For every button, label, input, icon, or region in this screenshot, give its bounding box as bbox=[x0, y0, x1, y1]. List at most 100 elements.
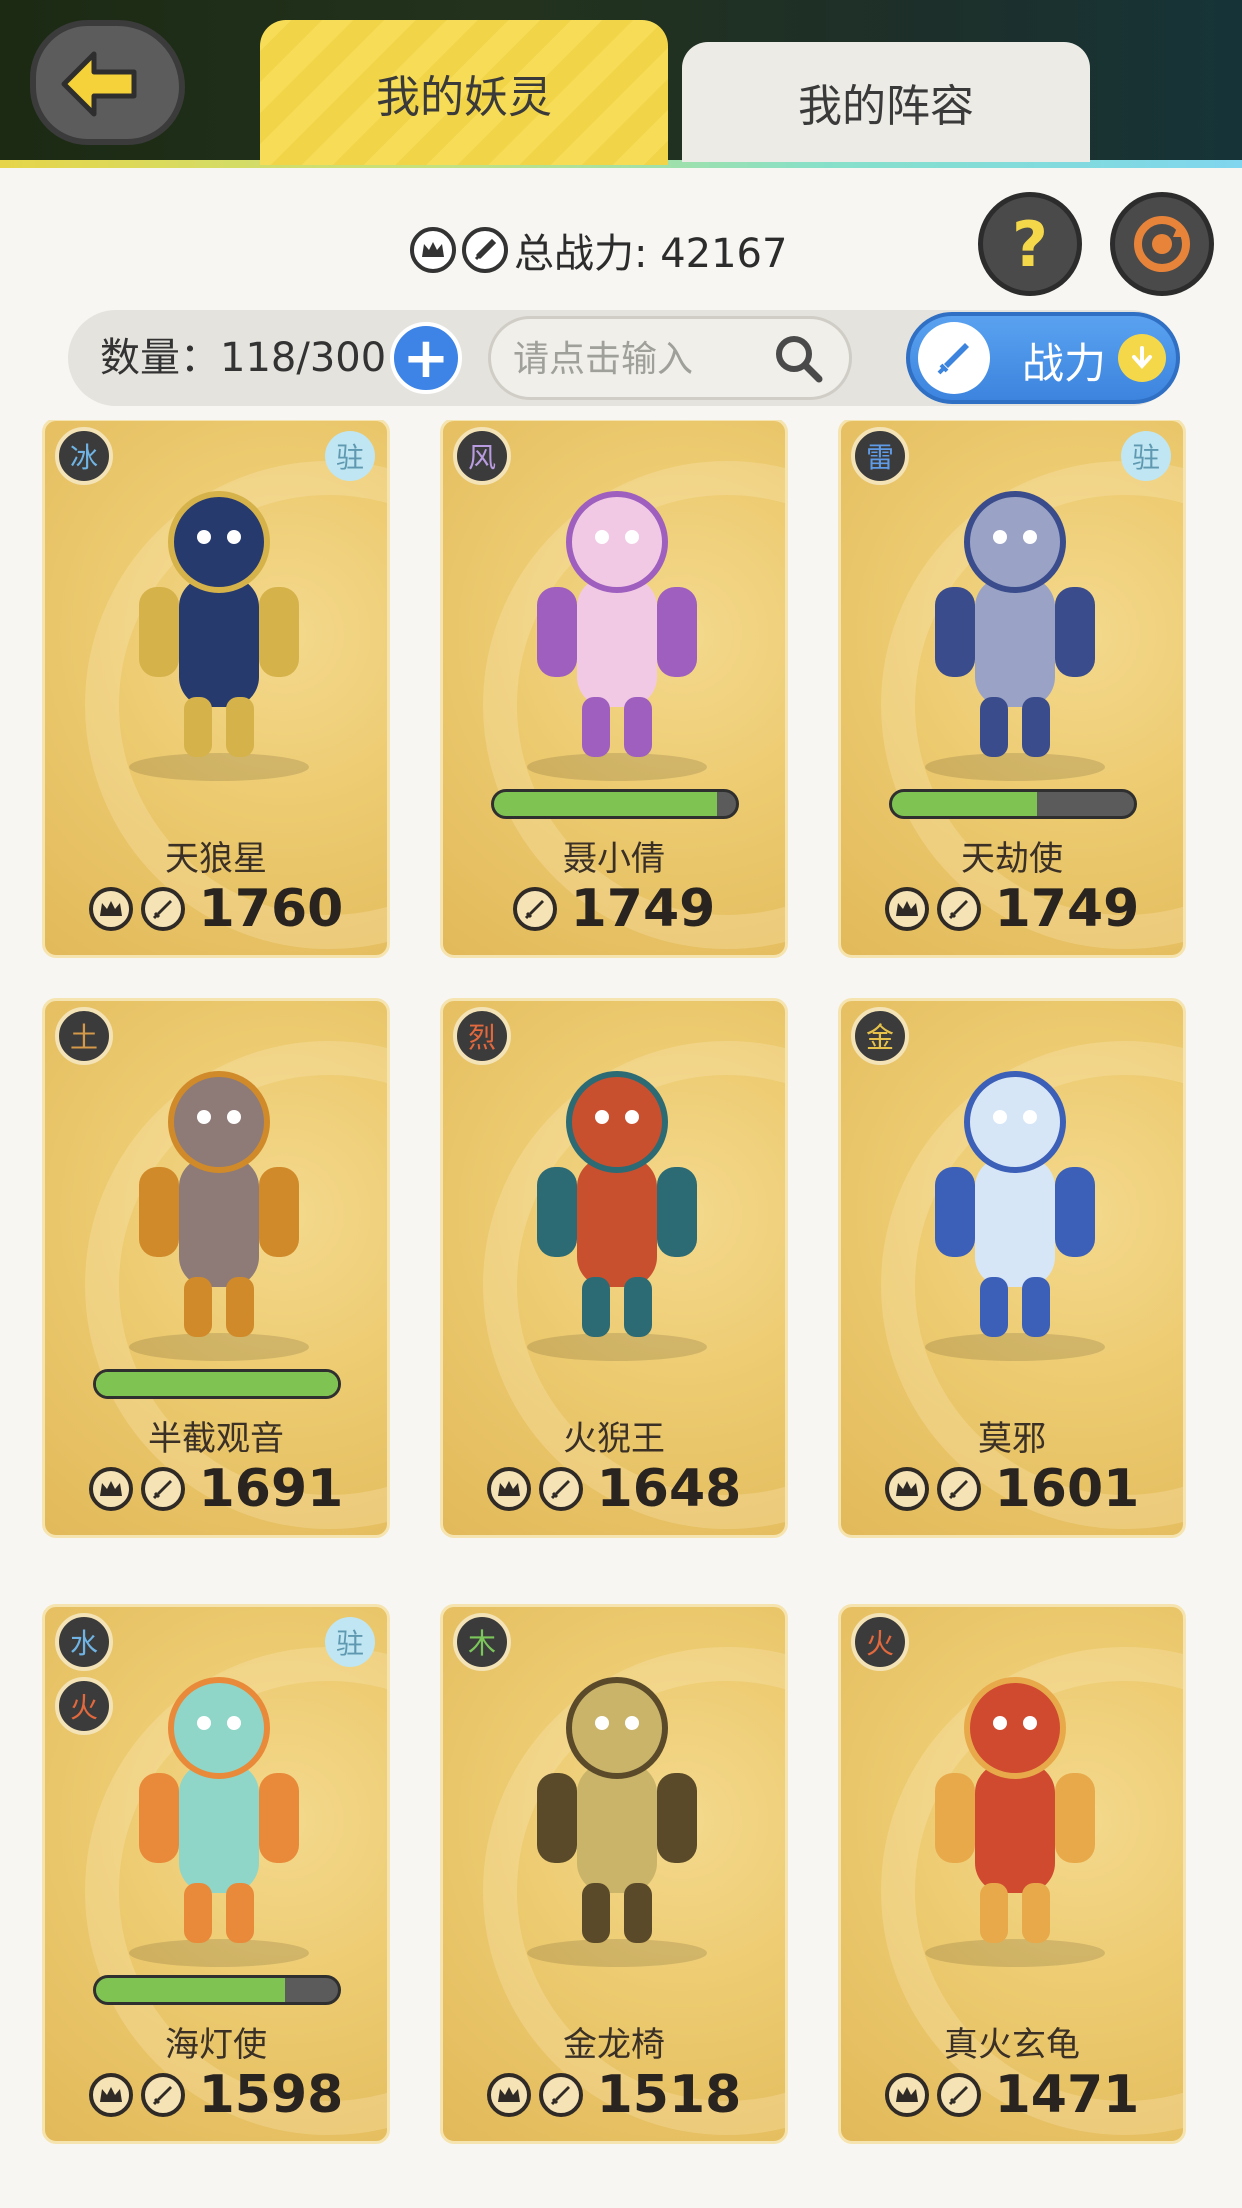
element-badge: 风 bbox=[453, 427, 511, 485]
progress-bar-fill bbox=[494, 792, 717, 816]
fire-turtle-figure bbox=[865, 1643, 1165, 1973]
sword-icon bbox=[140, 887, 185, 931]
sword-icon bbox=[462, 227, 508, 273]
element-badge: 冰 bbox=[55, 427, 113, 485]
spirit-name: 天狼星 bbox=[165, 839, 267, 879]
spirit-power-value: 1760 bbox=[198, 879, 344, 939]
sword-icon bbox=[538, 2073, 583, 2117]
crown-icon bbox=[884, 2073, 929, 2117]
sword-icon bbox=[918, 322, 990, 394]
spirit-grid: 冰驻天狼星 1760 风聂小倩 1749 雷驻天劫使 1749 土半截观音 1691 bbox=[0, 420, 1242, 2208]
element-badge: 烈 bbox=[453, 1007, 511, 1065]
element-badge: 火 bbox=[851, 1613, 909, 1671]
progress-bar bbox=[93, 1369, 341, 1399]
spirit-name: 天劫使 bbox=[961, 839, 1063, 879]
element-badge: 土 bbox=[55, 1007, 113, 1065]
spirit-power-value: 1518 bbox=[596, 2065, 742, 2125]
tab-my-lineup[interactable]: 我的阵容 bbox=[682, 42, 1090, 162]
spirit-card[interactable]: 雷 驻天劫使 1749 bbox=[838, 420, 1186, 958]
spirit-card[interactable]: 风聂小倩 1749 bbox=[440, 420, 788, 958]
spirit-card[interactable]: 木金龙椅 1518 bbox=[440, 1604, 788, 2144]
sort-by-power-button[interactable]: 战力 bbox=[906, 312, 1180, 404]
spirit-power-row: 1760 bbox=[45, 879, 387, 939]
element-badge: 木 bbox=[453, 1613, 511, 1671]
sword-icon bbox=[512, 887, 557, 931]
progress-bar bbox=[93, 1975, 341, 2005]
spirit-power-value: 1471 bbox=[994, 2065, 1140, 2125]
sword-icon bbox=[936, 2073, 981, 2117]
spirit-power-value: 1598 bbox=[198, 2065, 344, 2125]
total-power-text: 总战力: 42167 bbox=[514, 231, 788, 277]
spirit-card[interactable]: 金莫邪 1601 bbox=[838, 998, 1186, 1538]
plus-icon: + bbox=[402, 325, 450, 391]
sort-direction-icon bbox=[1118, 334, 1166, 382]
sort-label: 战力 bbox=[1022, 339, 1107, 388]
element-badge: 火 bbox=[55, 1677, 113, 1735]
refresh-icon bbox=[1134, 216, 1190, 272]
spirit-power-value: 1749 bbox=[994, 879, 1140, 939]
back-arrow-icon bbox=[61, 51, 137, 117]
spirit-power-value: 1601 bbox=[994, 1459, 1140, 1519]
spirit-name: 半截观音 bbox=[148, 1419, 284, 1459]
golden-dragon-throne-figure bbox=[467, 1643, 767, 1973]
sword-icon bbox=[936, 887, 981, 931]
search-input[interactable] bbox=[511, 333, 765, 385]
element-badge: 水 bbox=[55, 1613, 113, 1671]
sword-icon bbox=[140, 1467, 185, 1511]
spirit-power-row: 1518 bbox=[443, 2065, 785, 2125]
tab-my-spirits[interactable]: 我的妖灵 bbox=[260, 20, 668, 165]
tab-my-spirits-label: 我的妖灵 bbox=[376, 71, 552, 123]
spirit-power-row: 1471 bbox=[841, 2065, 1183, 2125]
element-badge: 雷 bbox=[851, 427, 909, 485]
fire-beast-king-figure bbox=[467, 1037, 767, 1367]
refresh-button[interactable] bbox=[1110, 192, 1214, 296]
tab-my-lineup-label: 我的阵容 bbox=[798, 81, 974, 132]
total-power: 总战力: 42167 bbox=[410, 220, 787, 280]
spirit-power-value: 1691 bbox=[198, 1459, 344, 1519]
spirit-card[interactable]: 火真火玄龟 1471 bbox=[838, 1604, 1186, 2144]
spirit-power-row: 1749 bbox=[841, 879, 1183, 939]
help-icon: ? bbox=[1012, 207, 1048, 281]
back-button[interactable] bbox=[30, 20, 185, 145]
blue-wolf-warrior-figure bbox=[69, 457, 369, 787]
crown-icon bbox=[486, 1467, 531, 1511]
stationed-badge: 驻 bbox=[325, 431, 375, 481]
search-box[interactable] bbox=[488, 316, 852, 400]
rat-warrior-figure bbox=[69, 1037, 369, 1367]
help-button[interactable]: ? bbox=[978, 192, 1082, 296]
add-capacity-button[interactable]: + bbox=[390, 322, 462, 394]
spirit-card[interactable]: 烈火猊王 1648 bbox=[440, 998, 788, 1538]
spirit-power-row: 1648 bbox=[443, 1459, 785, 1519]
spirit-name: 金龙椅 bbox=[563, 2025, 665, 2065]
crown-icon bbox=[486, 2073, 531, 2117]
spirit-power-value: 1749 bbox=[570, 879, 716, 939]
sword-icon bbox=[538, 1467, 583, 1511]
spirit-card[interactable]: 水火 驻海灯使 1598 bbox=[42, 1604, 390, 2144]
progress-bar-fill bbox=[892, 792, 1038, 816]
spirit-name: 真火玄龟 bbox=[944, 2025, 1080, 2065]
sword-maiden-figure bbox=[865, 1037, 1165, 1367]
sword-icon bbox=[140, 2073, 185, 2117]
lantern-fairy-figure bbox=[69, 1643, 369, 1973]
spirit-power-value: 1648 bbox=[596, 1459, 742, 1519]
spirit-power-row: 1601 bbox=[841, 1459, 1183, 1519]
crown-icon bbox=[884, 1467, 929, 1511]
thunder-mech-figure bbox=[865, 457, 1165, 787]
spirit-power-row: 1691 bbox=[45, 1459, 387, 1519]
spirit-power-row: 1749 bbox=[443, 879, 785, 939]
spirit-card[interactable]: 土半截观音 1691 bbox=[42, 998, 390, 1538]
progress-bar bbox=[491, 789, 739, 819]
crown-icon bbox=[88, 887, 133, 931]
search-icon[interactable] bbox=[771, 331, 827, 387]
progress-bar bbox=[889, 789, 1137, 819]
progress-bar-fill bbox=[96, 1372, 338, 1396]
spirit-card[interactable]: 冰 驻天狼星 1760 bbox=[42, 420, 390, 958]
spirit-name: 海灯使 bbox=[165, 2025, 267, 2065]
spirit-name: 聂小倩 bbox=[563, 839, 665, 879]
pink-ghost-girl-figure bbox=[467, 457, 767, 787]
spirit-name: 莫邪 bbox=[978, 1419, 1046, 1459]
crown-icon bbox=[410, 227, 456, 273]
crown-icon bbox=[88, 1467, 133, 1511]
stationed-badge: 驻 bbox=[325, 1617, 375, 1667]
sword-icon bbox=[936, 1467, 981, 1511]
